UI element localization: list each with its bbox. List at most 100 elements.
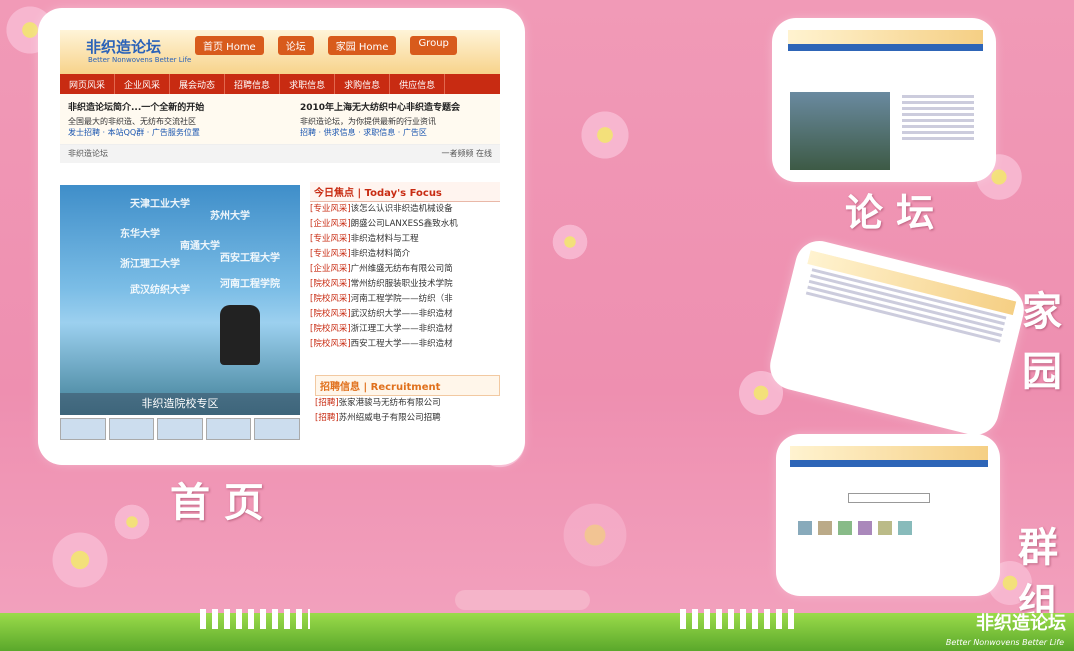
news-tag: [专业风采]: [310, 234, 351, 244]
banner-zone-label: 非织造院校专区: [60, 393, 300, 415]
nav-item[interactable]: 展会动态: [170, 74, 226, 94]
news-tag: [院校风采]: [310, 294, 351, 304]
brand-slogan: Better Nonwovens Better Life: [945, 638, 1064, 647]
grass: [0, 613, 1074, 651]
news-right: 2010年上海无大纺织中心非织造专题会 非织造论坛，为你提供最新的行业资讯 招聘…: [300, 100, 500, 138]
news-list-item[interactable]: [院校风采]河南工程学院——纺织（非: [310, 292, 500, 307]
nav-item[interactable]: 供应信息: [390, 74, 446, 94]
news-list-item[interactable]: [院校风采]西安工程大学——非织造材: [310, 337, 500, 352]
university-banner[interactable]: 天津工业大学 苏州大学 东华大学 南通大学 浙江理工大学 西安工程大学 武汉纺织…: [60, 185, 300, 415]
thumbnail[interactable]: [205, 418, 252, 440]
news-right-title[interactable]: 2010年上海无大纺织中心非织造专题会: [300, 100, 500, 113]
brand-logo: 非织造论坛: [976, 613, 1066, 634]
news-list-item[interactable]: [院校风采]武汉纺织大学——非织造材: [310, 307, 500, 322]
thumbnail[interactable]: [60, 418, 106, 440]
focus-list: [专业风采]该怎么认识非织造机械设备 [企业风采]朗盛公司LANXESS鑫致水机[…: [310, 202, 500, 352]
nav-item[interactable]: 招聘信息: [225, 74, 281, 94]
breadcrumb-right[interactable]: 一者频频 在线: [441, 148, 492, 159]
tab-home[interactable]: 首页 Home: [195, 36, 264, 55]
family-screenshot[interactable]: [779, 250, 1017, 426]
flower-decoration: [45, 525, 115, 595]
nav-item[interactable]: 企业风采: [115, 74, 171, 94]
news-text: 非织造材料与工程: [350, 234, 419, 244]
forum-header: [788, 30, 983, 44]
news-tag: [企业风采]: [310, 264, 351, 274]
focus-title: 今日焦点 | Today's Focus: [310, 182, 500, 202]
flower-decoration: [555, 495, 635, 575]
news-text: 非织造材料简介: [350, 249, 411, 259]
top-tabs: 首页 Home 论坛 家园 Home Group: [195, 36, 457, 55]
recruitment: 招聘信息 | Recruitment [招聘]张家港骏马无纺布有限公司 [招聘]苏…: [315, 375, 500, 426]
news-text: 常州纺织服装职业技术学院: [350, 279, 453, 289]
nav-item[interactable]: 网页风采: [60, 74, 116, 94]
today-focus: 今日焦点 | Today's Focus [专业风采]该怎么认识非织造机械设备[…: [310, 182, 500, 352]
news-text: 该怎么认识非织造机械设备: [350, 204, 453, 214]
news-tag: [院校风采]: [310, 324, 351, 334]
fence: [680, 609, 800, 629]
recruit-list: [招聘]张家港骏马无纺布有限公司 [招聘]苏州绍威电子有限公司招聘: [315, 396, 500, 426]
news-tag: [专业风采]: [310, 249, 351, 259]
banner-uni: 西安工程大学: [220, 253, 280, 264]
cloud-decoration: [455, 590, 590, 610]
news-text: 朗盛公司LANXESS鑫致水机: [350, 219, 458, 229]
breadcrumb-text[interactable]: 非织造论坛: [68, 149, 108, 158]
news-tag: [招聘]: [315, 413, 339, 423]
news-left: 非织造论坛简介...一个全新的开始 全国最大的非织造、无纺布交流社区 发士招聘 …: [68, 100, 258, 138]
thumbnail[interactable]: [108, 418, 155, 440]
news-list-item[interactable]: [招聘]苏州绍威电子有限公司招聘: [315, 411, 500, 426]
forum-photo: [790, 92, 890, 170]
news-list-item[interactable]: [招聘]张家港骏马无纺布有限公司: [315, 396, 500, 411]
news-list-item[interactable]: [专业风采]该怎么认识非织造机械设备: [310, 202, 500, 217]
forum-list: [896, 92, 980, 143]
nav-item[interactable]: 求购信息: [335, 74, 391, 94]
flower-decoration: [575, 105, 635, 165]
news-left-desc: 全国最大的非织造、无纺布交流社区: [68, 117, 196, 126]
tab-group[interactable]: Group: [410, 36, 457, 55]
group-header: [790, 446, 988, 460]
home-header: 非织造论坛 Better Nonwovens Better Life 首页 Ho…: [60, 30, 500, 74]
news-tag: [专业风采]: [310, 204, 351, 214]
tab-family[interactable]: 家园 Home: [327, 36, 397, 55]
tab-forum[interactable]: 论坛: [277, 36, 314, 55]
caption-home: 首 页: [170, 479, 264, 526]
news-right-desc: 非织造论坛，为你提供最新的行业资讯: [300, 117, 436, 126]
news-list-item[interactable]: [专业风采]非织造材料简介: [310, 247, 500, 262]
breadcrumb: 非织造论坛 一者频频 在线: [60, 145, 500, 163]
news-text: 西安工程大学——非织造材: [350, 339, 453, 349]
news-text: 河南工程学院——纺织（非: [350, 294, 453, 304]
news-list-item[interactable]: [专业风采]非织造材料与工程: [310, 232, 500, 247]
news-tag: [企业风采]: [310, 219, 351, 229]
nav-item[interactable]: 求职信息: [280, 74, 336, 94]
site-logo-sub: Better Nonwovens Better Life: [88, 56, 192, 64]
news-left-title[interactable]: 非织造论坛简介...一个全新的开始: [68, 100, 258, 113]
group-nav: [790, 460, 988, 467]
news-tag: [院校风采]: [310, 339, 351, 349]
banner-uni: 南通大学: [180, 241, 220, 252]
fence: [200, 609, 310, 629]
banner-uni: 浙江理工大学: [120, 259, 180, 270]
site-logo[interactable]: 非织造论坛: [86, 36, 161, 57]
graduate-figure: [220, 305, 260, 365]
news-text: 武汉纺织大学——非织造材: [350, 309, 453, 319]
news-right-links[interactable]: 招聘 · 供求信息 · 求职信息 · 广告区: [300, 127, 500, 138]
home-screenshot[interactable]: 非织造论坛 Better Nonwovens Better Life 首页 Ho…: [60, 30, 500, 440]
group-avatars: [798, 521, 980, 535]
group-search-input[interactable]: [848, 493, 930, 503]
news-text: 浙江理工大学——非织造材: [350, 324, 453, 334]
main-nav: 网页风采 企业风采 展会动态 招聘信息 求职信息 求购信息 供应信息: [60, 74, 500, 94]
news-list-item[interactable]: [企业风采]朗盛公司LANXESS鑫致水机: [310, 217, 500, 232]
news-left-links[interactable]: 发士招聘 · 本站QQ群 · 广告服务位置: [68, 127, 258, 138]
group-screenshot[interactable]: [790, 446, 988, 584]
banner-uni: 武汉纺织大学: [130, 285, 190, 296]
thumbnail[interactable]: [157, 418, 203, 440]
banner-thumbnails: [60, 418, 300, 440]
caption-forum: 论 坛: [845, 190, 935, 235]
news-list-item[interactable]: [院校风采]常州纺织服装职业技术学院: [310, 277, 500, 292]
forum-screenshot[interactable]: [788, 30, 983, 172]
news-list-item[interactable]: [院校风采]浙江理工大学——非织造材: [310, 322, 500, 337]
news-row: 非织造论坛简介...一个全新的开始 全国最大的非织造、无纺布交流社区 发士招聘 …: [60, 94, 500, 145]
news-list-item[interactable]: [企业风采]广州维盛无纺布有限公司简: [310, 262, 500, 277]
thumbnail[interactable]: [254, 418, 300, 440]
news-text: 张家港骏马无纺布有限公司: [338, 398, 441, 408]
banner-uni: 东华大学: [120, 229, 160, 240]
